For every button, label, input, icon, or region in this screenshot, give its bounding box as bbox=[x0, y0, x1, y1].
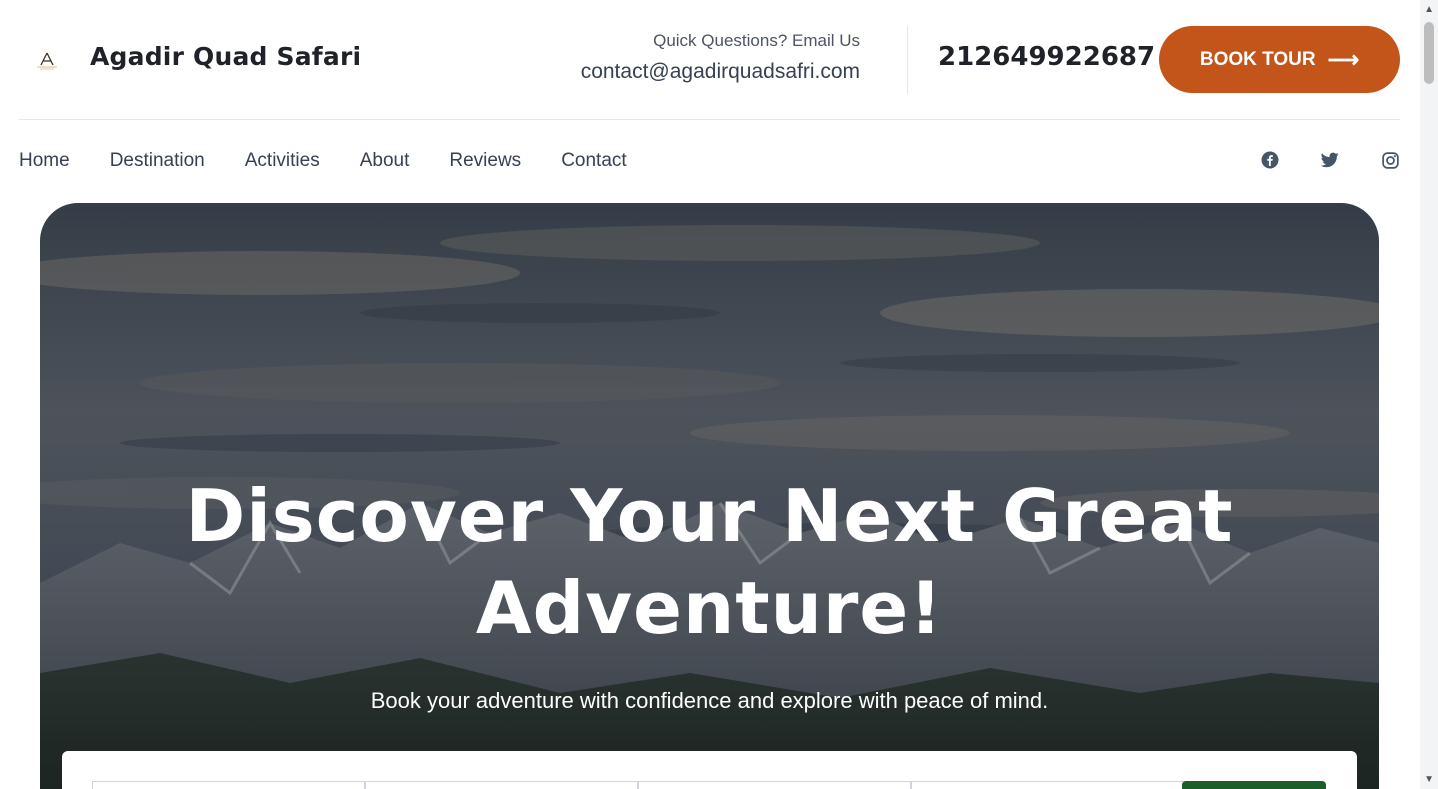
book-tour-button[interactable]: BOOK TOUR ⟶ bbox=[1159, 26, 1400, 93]
nav-item-destination[interactable]: Destination bbox=[110, 148, 205, 174]
hero-title-line-2: Adventure! bbox=[475, 566, 944, 650]
search-field-3[interactable] bbox=[638, 781, 911, 789]
facebook-icon[interactable] bbox=[1260, 150, 1280, 170]
header-divider bbox=[907, 26, 908, 94]
page-scrollbar[interactable]: ▲ ▼ bbox=[1420, 0, 1438, 789]
nav-item-contact[interactable]: Contact bbox=[561, 148, 626, 174]
nav-item-reviews[interactable]: Reviews bbox=[449, 148, 521, 174]
contact-email-link[interactable]: contact@agadirquadsafri.com bbox=[581, 57, 860, 87]
main-nav: Home Destination Activities About Review… bbox=[19, 148, 627, 174]
search-field-2[interactable] bbox=[365, 781, 638, 789]
contact-question: Quick Questions? Email Us bbox=[653, 31, 860, 50]
scrollbar-thumb[interactable] bbox=[1424, 22, 1434, 84]
book-tour-label: BOOK TOUR bbox=[1199, 48, 1316, 70]
arrow-right-icon: ⟶ bbox=[1327, 46, 1360, 72]
header-separator bbox=[19, 119, 1400, 120]
search-button[interactable] bbox=[1182, 781, 1326, 789]
booking-search-card bbox=[62, 751, 1357, 789]
logo-icon[interactable] bbox=[30, 44, 64, 78]
twitter-icon[interactable] bbox=[1320, 150, 1340, 170]
hero-title-line-1: Discover Your Next Great bbox=[185, 474, 1234, 558]
brand-name[interactable]: Agadir Quad Safari bbox=[90, 42, 361, 71]
instagram-icon[interactable] bbox=[1380, 150, 1400, 170]
scroll-up-icon[interactable]: ▲ bbox=[1424, 4, 1434, 15]
hero-subtitle: Book your adventure with confidence and … bbox=[370, 688, 1049, 713]
site-header: Agadir Quad Safari Quick Questions? Emai… bbox=[0, 0, 1420, 120]
contact-block: Quick Questions? Email Us contact@agadir… bbox=[581, 30, 860, 87]
phone-number[interactable]: 212649922687 bbox=[938, 42, 1155, 72]
hero-title: Discover Your Next Great Adventure! bbox=[0, 470, 1419, 654]
search-field-1[interactable] bbox=[92, 781, 365, 789]
nav-item-home[interactable]: Home bbox=[19, 148, 70, 174]
nav-item-about[interactable]: About bbox=[360, 148, 410, 174]
scroll-down-icon[interactable]: ▼ bbox=[1424, 774, 1434, 785]
nav-item-activities[interactable]: Activities bbox=[245, 148, 320, 174]
search-field-4[interactable] bbox=[911, 781, 1184, 789]
